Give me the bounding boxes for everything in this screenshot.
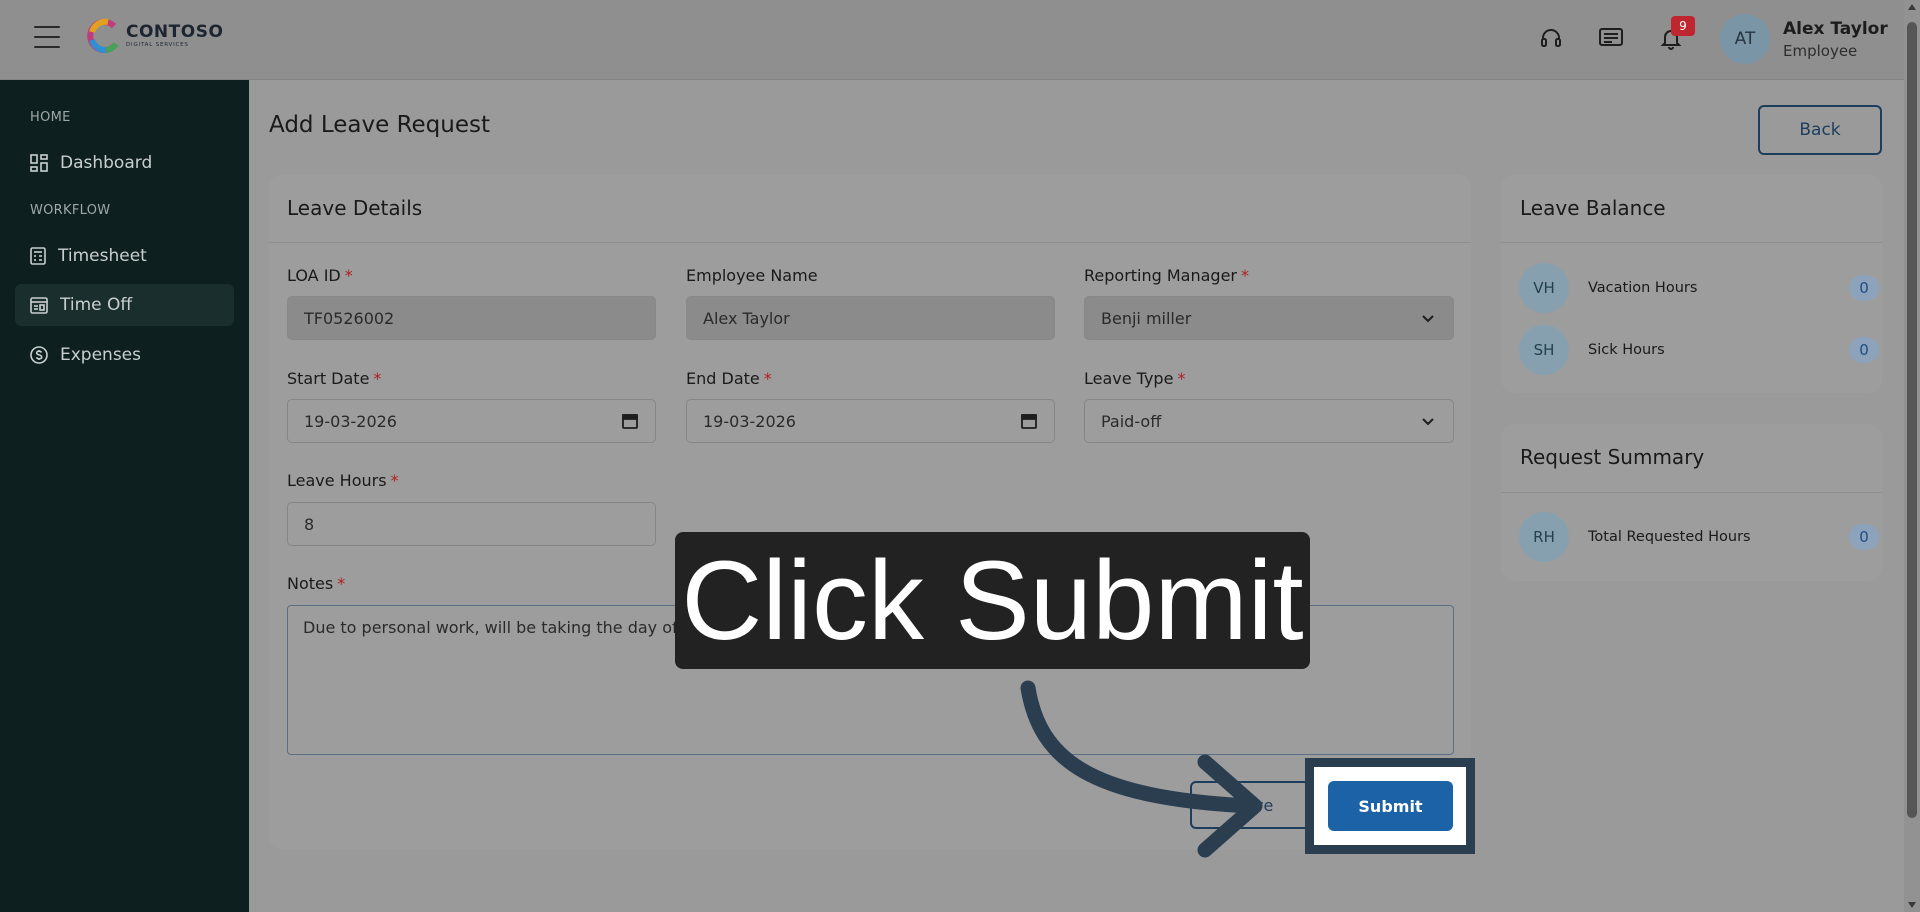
leave-type-label-text: Leave Type [1084,369,1174,388]
chevron-down-icon [1422,418,1434,426]
save-button-label: ve [1254,796,1274,815]
sidebar-section-workflow: WORKFLOW [30,203,111,218]
user-name: Alex Taylor [1783,19,1888,39]
employee-name-field[interactable]: Alex Taylor [686,296,1055,340]
notes-label: Notes * [287,574,345,593]
employee-name-label: Employee Name [686,266,818,285]
end-date-label-text: End Date [686,369,760,388]
dashboard-icon [30,154,48,172]
logo-name: CONTOSO [126,21,224,42]
leave-hours-label-text: Leave Hours [287,471,387,490]
sidebar-section-home: HOME [30,110,71,125]
list-item: RH Total Requested Hours 0 [1519,512,1879,562]
card-divider [269,242,1471,243]
page-title: Add Leave Request [269,112,490,138]
user-role: Employee [1783,42,1858,60]
requested-hours-label: Total Requested Hours [1588,529,1751,545]
vacation-hours-count: 0 [1849,275,1879,301]
sidebar-item-time-off[interactable]: Time Off [15,284,234,326]
sick-hours-label: Sick Hours [1588,342,1665,358]
list-item: SH Sick Hours 0 [1519,325,1879,375]
sick-hours-count: 0 [1849,337,1879,363]
request-summary-title: Request Summary [1520,445,1705,469]
list-item: VH Vacation Hours 0 [1519,263,1879,313]
sidebar-item-label: Time Off [60,295,133,315]
required-mark: * [337,574,346,593]
leave-balance-title: Leave Balance [1520,196,1666,220]
chevron-down-icon [1422,315,1434,323]
scroll-down-arrow-icon[interactable] [1908,902,1916,908]
logo-mark-icon [87,18,119,53]
submit-button[interactable]: Submit [1328,781,1453,831]
calendar-picker-icon[interactable] [621,412,639,430]
start-date-field[interactable]: 19-03-2026 [287,399,656,443]
required-mark: * [1177,369,1186,388]
timesheet-icon [30,247,46,265]
back-button[interactable]: Back [1758,105,1882,155]
reporting-manager-label-text: Reporting Manager [1084,266,1237,285]
end-date-label: End Date * [686,369,772,388]
sidebar-item-timesheet[interactable]: Timesheet [15,235,234,277]
logo-subtitle: DIGITAL SERVICES [126,41,189,48]
leave-type-select[interactable]: Paid-off [1084,399,1454,443]
reporting-manager-select[interactable]: Benji miller [1084,296,1454,340]
sidebar: HOME Dashboard WORKFLOW Timesheet Time O… [0,80,249,912]
tutorial-tooltip: Click Submit [675,532,1310,669]
calendar-picker-icon[interactable] [1020,412,1038,430]
notification-badge: 9 [1671,16,1695,36]
end-date-value: 19-03-2026 [703,411,796,431]
scroll-thumb[interactable] [1907,22,1917,818]
loa-id-label: LOA ID * [287,266,353,285]
save-button[interactable]: ve [1190,781,1310,829]
scroll-up-arrow-icon[interactable] [1908,4,1916,10]
start-date-label-text: Start Date [287,369,370,388]
top-header: CONTOSO DIGITAL SERVICES 9 AT Alex Taylo… [0,0,1904,80]
loa-id-field[interactable]: TF0526002 [287,296,656,340]
reporting-manager-value: Benji miller [1101,308,1192,328]
leave-type-value: Paid-off [1101,411,1162,431]
menu-icon[interactable] [34,26,60,48]
leave-hours-field[interactable]: 8 [287,502,656,546]
calendar-icon [30,297,48,314]
reporting-manager-label: Reporting Manager * [1084,266,1249,285]
required-mark: * [1241,266,1249,285]
requested-hours-avatar: RH [1519,512,1569,562]
start-date-value: 19-03-2026 [304,411,397,431]
end-date-field[interactable]: 19-03-2026 [686,399,1055,443]
sidebar-item-label: Dashboard [60,153,153,173]
loa-id-label-text: LOA ID [287,266,341,285]
sidebar-item-dashboard[interactable]: Dashboard [15,142,234,184]
vacation-hours-avatar: VH [1519,263,1569,313]
sidebar-item-label: Timesheet [58,246,147,266]
headset-icon[interactable] [1537,24,1565,52]
leave-details-title: Leave Details [287,196,423,220]
page-scrollbar[interactable] [1904,0,1920,912]
sidebar-item-label: Expenses [60,345,141,365]
notes-label-text: Notes [287,574,334,593]
start-date-label: Start Date * [287,369,381,388]
requested-hours-count: 0 [1849,524,1879,550]
required-mark: * [373,369,382,388]
card-divider [1501,242,1882,243]
leave-type-label: Leave Type * [1084,369,1185,388]
required-mark: * [763,369,772,388]
card-divider [1501,492,1882,493]
dollar-icon [30,346,48,364]
required-mark: * [390,471,399,490]
message-icon[interactable] [1597,24,1625,52]
required-mark: * [344,266,353,285]
contoso-logo[interactable]: CONTOSO DIGITAL SERVICES [86,18,223,54]
avatar[interactable]: AT [1720,14,1770,64]
sidebar-item-expenses[interactable]: Expenses [15,334,234,376]
vacation-hours-label: Vacation Hours [1588,280,1698,296]
leave-hours-label: Leave Hours * [287,471,399,490]
sick-hours-avatar: SH [1519,325,1569,375]
